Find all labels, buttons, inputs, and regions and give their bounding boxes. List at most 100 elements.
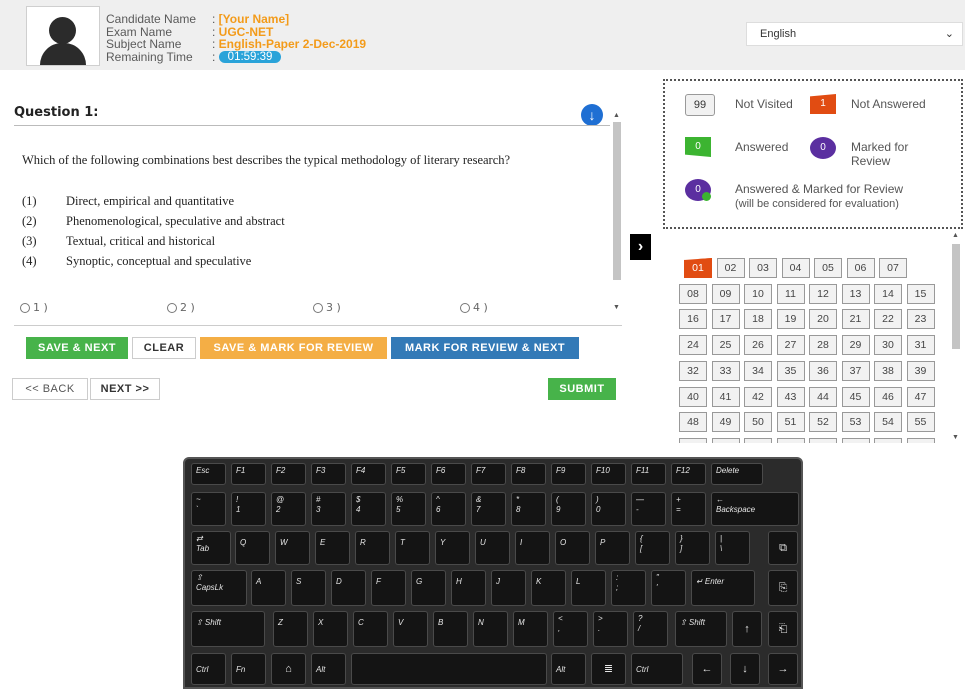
key-symbol[interactable]: >. xyxy=(593,611,628,647)
scrollbar-thumb[interactable] xyxy=(613,122,621,280)
palette-question-02[interactable]: 02 xyxy=(716,258,745,278)
palette-question-07[interactable]: 07 xyxy=(879,258,907,278)
palette-question-41[interactable]: 41 xyxy=(711,386,740,407)
key-q[interactable]: Q xyxy=(235,531,270,565)
key-f[interactable]: F xyxy=(371,570,406,606)
key-9[interactable]: (9 xyxy=(551,492,586,526)
palette-question-37[interactable]: 37 xyxy=(841,360,870,381)
palette-question-40[interactable]: 40 xyxy=(679,386,707,407)
arrow-right-icon[interactable]: → xyxy=(768,653,798,685)
key-7[interactable]: & 7 xyxy=(471,492,506,526)
key-i[interactable]: I xyxy=(515,531,550,565)
question-scrollbar[interactable]: ▲ ▼ xyxy=(613,112,621,312)
palette-question-34[interactable]: 34 xyxy=(744,360,772,381)
palette-question-28[interactable]: 28 xyxy=(809,335,837,356)
key-l[interactable]: L xyxy=(571,570,606,606)
save-mark-review-button[interactable]: SAVE & MARK FOR REVIEW xyxy=(200,337,387,359)
palette-question-53[interactable]: 53 xyxy=(841,412,870,433)
palette-question-31[interactable]: 31 xyxy=(906,335,935,356)
palette-question-50[interactable]: 50 xyxy=(744,412,772,433)
key-f9[interactable]: F9 xyxy=(551,463,586,485)
palette-question-36[interactable]: 36 xyxy=(809,360,837,381)
scroll-up-arrow-icon[interactable]: ▲ xyxy=(613,112,620,119)
radio-circle[interactable] xyxy=(20,302,30,313)
key-symbol[interactable]: }] xyxy=(675,531,710,565)
key-w[interactable]: W xyxy=(275,531,310,565)
key-space[interactable] xyxy=(351,653,547,685)
key-0[interactable]: ) 0 xyxy=(591,492,626,526)
radio-circle[interactable] xyxy=(167,302,177,313)
key-s[interactable]: S xyxy=(291,570,326,606)
palette-question-15[interactable]: 15 xyxy=(906,283,935,304)
palette-question-27[interactable]: 27 xyxy=(776,335,805,356)
key-tab[interactable]: ⇄ Tab xyxy=(191,531,231,565)
key-shift[interactable]: ⇧ Shift xyxy=(191,611,265,647)
palette-question-63[interactable]: 63 xyxy=(906,437,935,443)
key-j[interactable]: J xyxy=(491,570,526,606)
palette-question-60[interactable]: 60 xyxy=(809,437,837,443)
clear-button[interactable]: CLEAR xyxy=(132,337,196,359)
key-ctrl[interactable]: Ctrl xyxy=(191,653,226,685)
key-symbol[interactable]: ~ ` xyxy=(191,492,226,526)
palette-question-39[interactable]: 39 xyxy=(906,360,935,381)
palette-question-16[interactable]: 16 xyxy=(679,309,707,330)
language-select[interactable]: English ⌄ xyxy=(746,22,963,46)
key-g[interactable]: G xyxy=(411,570,446,606)
palette-question-18[interactable]: 18 xyxy=(744,309,772,330)
key-symbol[interactable]: <, xyxy=(553,611,588,647)
key-v[interactable]: V xyxy=(393,611,428,647)
key-2[interactable]: @2 xyxy=(271,492,306,526)
key-d[interactable]: D xyxy=(331,570,366,606)
key-k[interactable]: K xyxy=(531,570,566,606)
palette-question-22[interactable]: 22 xyxy=(874,309,902,330)
key-8[interactable]: * 8 xyxy=(511,492,546,526)
palette-question-25[interactable]: 25 xyxy=(711,335,740,356)
next-button[interactable]: NEXT >> xyxy=(90,378,160,400)
key-symbol[interactable]: + = xyxy=(671,492,706,526)
key-symbol[interactable]: {[ xyxy=(635,531,670,565)
key-f2[interactable]: F2 xyxy=(271,463,306,485)
palette-question-14[interactable]: 14 xyxy=(874,283,902,304)
key-symbol[interactable]: :; xyxy=(611,570,646,606)
palette-question-05[interactable]: 05 xyxy=(814,258,842,278)
key-u[interactable]: U xyxy=(475,531,510,565)
palette-question-45[interactable]: 45 xyxy=(841,386,870,407)
key-enter[interactable]: ↵ Enter xyxy=(691,570,755,606)
palette-question-29[interactable]: 29 xyxy=(841,335,870,356)
palette-question-46[interactable]: 46 xyxy=(874,386,902,407)
key-4[interactable]: $4 xyxy=(351,492,386,526)
key-1[interactable]: ! 1 xyxy=(231,492,266,526)
collapse-panel-chevron-icon[interactable]: › xyxy=(630,234,651,260)
palette-question-49[interactable]: 49 xyxy=(711,412,740,433)
scrollbar-thumb[interactable] xyxy=(952,244,960,349)
palette-question-43[interactable]: 43 xyxy=(776,386,805,407)
mark-review-next-button[interactable]: MARK FOR REVIEW & NEXT xyxy=(391,337,579,359)
radio-circle[interactable] xyxy=(460,302,470,313)
palette-question-42[interactable]: 42 xyxy=(744,386,772,407)
palette-question-21[interactable]: 21 xyxy=(841,309,870,330)
palette-question-51[interactable]: 51 xyxy=(776,412,805,433)
answer-radio-3[interactable]: 3 ) xyxy=(313,301,341,314)
scroll-up-arrow-icon[interactable]: ▲ xyxy=(952,232,959,239)
palette-question-19[interactable]: 19 xyxy=(776,309,805,330)
key-z[interactable]: Z xyxy=(273,611,308,647)
palette-question-54[interactable]: 54 xyxy=(874,412,902,433)
palette-question-32[interactable]: 32 xyxy=(679,360,707,381)
back-button[interactable]: << BACK xyxy=(12,378,88,400)
key-f4[interactable]: F4 xyxy=(351,463,386,485)
key-m[interactable]: M xyxy=(513,611,548,647)
key-symbol[interactable]: | \ xyxy=(715,531,750,565)
palette-question-30[interactable]: 30 xyxy=(874,335,902,356)
key-f11[interactable]: F11 xyxy=(631,463,666,485)
key-x[interactable]: X xyxy=(313,611,348,647)
key-r[interactable]: R xyxy=(355,531,390,565)
palette-question-58[interactable]: 58 xyxy=(744,437,772,443)
palette-question-48[interactable]: 48 xyxy=(679,412,707,433)
key-5[interactable]: % 5 xyxy=(391,492,426,526)
palette-question-33[interactable]: 33 xyxy=(711,360,740,381)
key-alt[interactable]: Alt xyxy=(551,653,586,685)
key-b[interactable]: B xyxy=(433,611,468,647)
key-symbol[interactable]: — - xyxy=(631,492,666,526)
key-f6[interactable]: F6 xyxy=(431,463,466,485)
palette-question-12[interactable]: 12 xyxy=(809,283,837,304)
